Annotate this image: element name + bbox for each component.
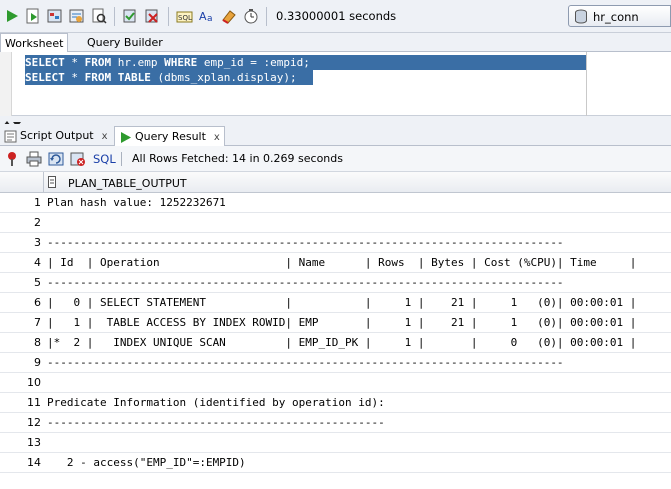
table-row[interactable]: 4 | Id | Operation | Name | Rows | Bytes …: [0, 253, 671, 273]
plan-output-cell[interactable]: Plan hash value: 1252232671: [47, 193, 671, 213]
script-output-icon: [4, 130, 17, 146]
tab-worksheet[interactable]: Worksheet: [0, 33, 69, 52]
row-number: 1: [34, 196, 41, 209]
table-row[interactable]: 8 |* 2 | INDEX UNIQUE SCAN | EMP_ID_PK | …: [0, 333, 671, 353]
case-toggle-icon[interactable]: Aa: [198, 7, 216, 25]
plan-output-cell[interactable]: ----------------------------------------…: [47, 413, 671, 433]
print-icon[interactable]: [26, 151, 42, 167]
worksheet-tab-bar: Worksheet Query Builder: [0, 33, 671, 52]
table-row[interactable]: 2: [0, 213, 671, 233]
table-row[interactable]: 9 ---------------------------------------…: [0, 353, 671, 373]
row-number: 7: [34, 316, 41, 329]
run-statement-icon[interactable]: [3, 7, 21, 25]
plan-output-cell[interactable]: | 1 | TABLE ACCESS BY INDEX ROWID| EMP |…: [47, 313, 671, 333]
table-row[interactable]: 11 Predicate Information (identified by o…: [0, 393, 671, 413]
table-row[interactable]: 14 2 - access("EMP_ID"=:EMPID): [0, 453, 671, 473]
editor-line-1: SELECT * FROM hr.emp WHERE emp_id = :emp…: [25, 56, 310, 69]
plan-output-cell[interactable]: | Id | Operation | Name | Rows | Bytes |…: [47, 253, 671, 273]
run-script-icon[interactable]: [24, 7, 42, 25]
editor-line-2: SELECT * FROM TABLE (dbms_xplan.display)…: [25, 71, 297, 84]
svg-text:a: a: [207, 14, 213, 24]
plan-output-cell[interactable]: ----------------------------------------…: [47, 233, 671, 253]
row-number: 6: [34, 296, 41, 309]
close-icon[interactable]: x: [214, 132, 220, 143]
plan-output-cell[interactable]: | 0 | SELECT STATEMENT | | 1 | 21 | 1 (0…: [47, 293, 671, 313]
tab-script-output[interactable]: Script Output x: [0, 126, 112, 146]
svg-text:A: A: [199, 10, 207, 23]
table-row[interactable]: 6 | 0 | SELECT STATEMENT | | 1 | 21 | 1 (…: [0, 293, 671, 313]
row-number: 9: [34, 356, 41, 369]
unshared-sql-icon[interactable]: SQL: [176, 7, 194, 25]
explain-plan-icon[interactable]: [68, 7, 86, 25]
commit-icon[interactable]: [121, 7, 139, 25]
plan-output-cell[interactable]: ----------------------------------------…: [47, 273, 671, 293]
sql-tuning-icon[interactable]: [90, 7, 108, 25]
editor-gutter: [0, 52, 12, 116]
row-number: 2: [34, 216, 41, 229]
row-number: 8: [34, 336, 41, 349]
database-icon: [574, 9, 588, 27]
row-number: 10: [27, 376, 41, 389]
row-number: 14: [27, 456, 41, 469]
main-toolbar: SQL Aa 0.33000001 seconds hr_conn: [0, 0, 671, 33]
run-result-icon: [119, 131, 132, 147]
plan-output-cell[interactable]: [47, 373, 671, 393]
row-number: 12: [27, 416, 41, 429]
fetch-status: All Rows Fetched: 14 in 0.269 seconds: [132, 152, 343, 165]
table-row[interactable]: 12 --------------------------------------…: [0, 413, 671, 433]
pin-icon[interactable]: [4, 151, 20, 167]
sql-link[interactable]: SQL: [93, 152, 116, 166]
row-number: 3: [34, 236, 41, 249]
rollback-icon[interactable]: [143, 7, 161, 25]
table-row[interactable]: 3 ---------------------------------------…: [0, 233, 671, 253]
plan-output-cell[interactable]: [47, 213, 671, 233]
column-header-plan-table-output[interactable]: PLAN_TABLE_OUTPUT: [68, 177, 187, 190]
plan-output-cell[interactable]: 2 - access("EMP_ID"=:EMPID): [47, 453, 671, 473]
clear-eraser-icon[interactable]: [220, 7, 238, 25]
svg-text:SQL: SQL: [178, 14, 192, 22]
plan-output-cell[interactable]: Predicate Information (identified by ope…: [47, 393, 671, 413]
editor-splitter[interactable]: [0, 116, 671, 127]
cancel-fetch-icon[interactable]: [70, 151, 86, 167]
connection-name: hr_conn: [593, 10, 639, 24]
refresh-icon[interactable]: [48, 151, 64, 167]
result-grid[interactable]: PLAN_TABLE_OUTPUT 1 Plan hash value: 1252…: [0, 172, 671, 489]
table-row[interactable]: 13: [0, 433, 671, 453]
plan-output-cell[interactable]: [47, 433, 671, 453]
table-row[interactable]: 10: [0, 373, 671, 393]
tab-script-output-label: Script Output: [20, 129, 94, 142]
result-toolbar: SQL All Rows Fetched: 14 in 0.269 second…: [0, 146, 671, 172]
table-row[interactable]: 5 ---------------------------------------…: [0, 273, 671, 293]
table-row[interactable]: 7 | 1 | TABLE ACCESS BY INDEX ROWID| EMP …: [0, 313, 671, 333]
close-icon[interactable]: x: [102, 131, 108, 142]
tab-query-result-label: Query Result: [135, 130, 206, 143]
tab-query-builder[interactable]: Query Builder: [83, 33, 167, 52]
table-row[interactable]: 1 Plan hash value: 1252232671: [0, 193, 671, 213]
plan-output-cell[interactable]: ----------------------------------------…: [47, 353, 671, 373]
row-number: 11: [27, 396, 41, 409]
sql-editor[interactable]: SELECT * FROM hr.emp WHERE emp_id = :emp…: [0, 52, 671, 116]
row-number: 4: [34, 256, 41, 269]
result-tab-bar: Script Output x Query Result x: [0, 124, 671, 146]
column-type-icon: [48, 176, 56, 191]
plan-output-cell[interactable]: |* 2 | INDEX UNIQUE SCAN | EMP_ID_PK | 1…: [47, 333, 671, 353]
grid-header: PLAN_TABLE_OUTPUT: [0, 172, 671, 193]
sql-history-icon[interactable]: [242, 7, 260, 25]
execution-time: 0.33000001 seconds: [276, 9, 397, 23]
tab-query-result[interactable]: Query Result x: [114, 126, 225, 146]
row-number: 5: [34, 276, 41, 289]
autotrace-icon[interactable]: [46, 7, 64, 25]
row-number: 13: [27, 436, 41, 449]
connection-selector[interactable]: hr_conn: [568, 5, 671, 27]
